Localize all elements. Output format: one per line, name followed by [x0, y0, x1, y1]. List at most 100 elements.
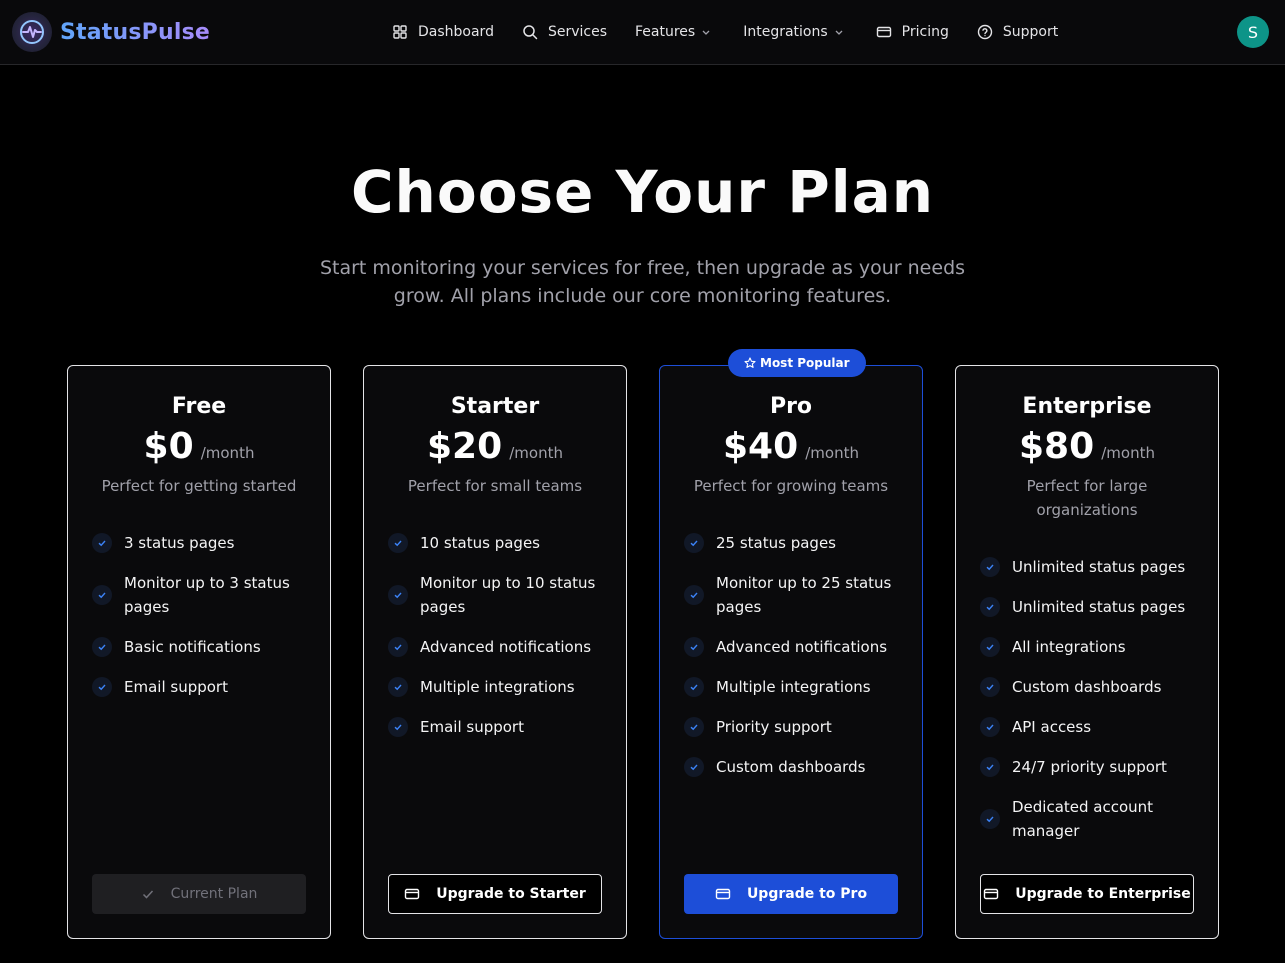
- feature-item: Advanced notifications: [684, 635, 904, 659]
- check-icon: [388, 677, 408, 697]
- feature-list: 10 status pages Monitor up to 10 status …: [388, 531, 608, 755]
- check-icon: [141, 887, 155, 901]
- feature-text: 10 status pages: [420, 534, 540, 552]
- feature-item: Monitor up to 10 status pages: [388, 571, 608, 619]
- plan-name: Enterprise: [1022, 394, 1152, 419]
- page-title: Choose Your Plan: [350, 158, 935, 226]
- feature-text: Basic notifications: [124, 638, 261, 656]
- check-icon: [684, 757, 704, 777]
- check-icon: [980, 757, 1000, 777]
- feature-text: Custom dashboards: [716, 758, 866, 776]
- user-avatar[interactable]: S: [1237, 16, 1269, 48]
- nav-pricing[interactable]: Pricing: [876, 24, 949, 40]
- check-icon: [980, 717, 1000, 737]
- feature-item: All integrations: [980, 635, 1200, 659]
- nav-dashboard-label: Dashboard: [418, 24, 494, 40]
- check-icon: [980, 809, 1000, 829]
- brand-name: StatusPulse: [60, 19, 211, 45]
- feature-text: Email support: [420, 718, 524, 736]
- feature-text: API access: [1012, 718, 1092, 736]
- check-icon: [388, 533, 408, 553]
- chevron-down-icon: [701, 27, 711, 37]
- feature-text: Monitor up to 3 status pages: [124, 574, 290, 616]
- search-icon: [522, 24, 538, 40]
- credit-card-icon: [876, 24, 892, 40]
- plan-card-starter: Starter $20 /month Perfect for small tea…: [363, 365, 627, 939]
- plan-description: Perfect for large organizations: [1026, 477, 1148, 519]
- feature-item: Email support: [388, 715, 608, 739]
- feature-item: Multiple integrations: [684, 675, 904, 699]
- plan-description: Perfect for growing teams: [693, 477, 889, 495]
- feature-text: Multiple integrations: [716, 678, 871, 696]
- price-period: /month: [509, 444, 563, 462]
- plan-price: $20 /month: [364, 426, 626, 467]
- check-icon: [980, 597, 1000, 617]
- feature-text: Multiple integrations: [420, 678, 575, 696]
- price-period: /month: [1101, 444, 1155, 462]
- feature-text: All integrations: [1012, 638, 1126, 656]
- plan-name: Free: [171, 394, 227, 419]
- nav-services[interactable]: Services: [522, 24, 607, 40]
- feature-text: Advanced notifications: [716, 638, 888, 656]
- check-icon: [684, 533, 704, 553]
- button-label: Upgrade to Enterprise: [1015, 886, 1191, 902]
- feature-text: Dedicated account manager: [1012, 798, 1154, 840]
- star-icon: [744, 357, 756, 369]
- current-plan-button[interactable]: Current Plan: [92, 874, 306, 914]
- brand[interactable]: StatusPulse: [12, 12, 210, 52]
- button-label: Current Plan: [170, 886, 258, 902]
- feature-text: Unlimited status pages: [1012, 558, 1186, 576]
- most-popular-badge: Most Popular: [728, 349, 866, 377]
- feature-text: 24/7 priority support: [1012, 758, 1167, 776]
- nav-features-dropdown[interactable]: Features: [635, 24, 711, 40]
- check-icon: [92, 677, 112, 697]
- feature-list: 3 status pages Monitor up to 3 status pa…: [92, 531, 312, 715]
- feature-text: 25 status pages: [716, 534, 836, 552]
- credit-card-icon: [715, 886, 731, 902]
- feature-item: 10 status pages: [388, 531, 608, 555]
- upgrade-pro-button[interactable]: Upgrade to Pro: [684, 874, 898, 914]
- feature-item: Custom dashboards: [980, 675, 1200, 699]
- feature-item: 24/7 priority support: [980, 755, 1200, 779]
- check-icon: [980, 677, 1000, 697]
- feature-item: Advanced notifications: [388, 635, 608, 659]
- price-amount: $80: [1019, 426, 1095, 467]
- button-label: Upgrade to Pro: [746, 886, 868, 902]
- feature-text: Unlimited status pages: [1012, 598, 1186, 616]
- nav-services-label: Services: [547, 24, 608, 40]
- check-icon: [684, 677, 704, 697]
- check-icon: [980, 557, 1000, 577]
- help-circle-icon: [977, 24, 993, 40]
- price-amount: $20: [427, 426, 503, 467]
- page-subtitle: Start monitoring your services for free,…: [319, 257, 966, 307]
- check-icon: [92, 637, 112, 657]
- price-period: /month: [805, 444, 859, 462]
- feature-text: Priority support: [716, 718, 832, 736]
- feature-text: Advanced notifications: [420, 638, 592, 656]
- nav-pricing-label: Pricing: [901, 24, 949, 40]
- feature-list: Unlimited status pages Unlimited status …: [980, 555, 1200, 859]
- nav-dashboard[interactable]: Dashboard: [392, 24, 494, 40]
- feature-item: Custom dashboards: [684, 755, 904, 779]
- feature-text: Email support: [124, 678, 228, 696]
- upgrade-enterprise-button[interactable]: Upgrade to Enterprise: [980, 874, 1194, 914]
- feature-item: Monitor up to 3 status pages: [92, 571, 312, 619]
- check-icon: [980, 637, 1000, 657]
- badge-label: Most Popular: [760, 356, 850, 370]
- plan-description: Perfect for getting started: [101, 477, 297, 495]
- main-nav: Dashboard Services Features Integrations: [392, 0, 1086, 64]
- pulse-logo-icon: [12, 12, 52, 52]
- check-icon: [388, 637, 408, 657]
- plan-price: $40 /month: [660, 426, 922, 467]
- feature-item: 3 status pages: [92, 531, 312, 555]
- top-navigation-bar: StatusPulse Dashboard Services Features: [0, 0, 1285, 65]
- upgrade-starter-button[interactable]: Upgrade to Starter: [388, 874, 602, 914]
- nav-integrations-label: Integrations: [743, 24, 828, 40]
- check-icon: [388, 717, 408, 737]
- plan-name: Starter: [450, 394, 540, 419]
- button-label: Upgrade to Starter: [436, 886, 586, 902]
- feature-text: Monitor up to 25 status pages: [716, 574, 892, 616]
- nav-integrations-dropdown[interactable]: Integrations: [743, 24, 843, 40]
- feature-item: Email support: [92, 675, 312, 699]
- nav-support[interactable]: Support: [977, 24, 1058, 40]
